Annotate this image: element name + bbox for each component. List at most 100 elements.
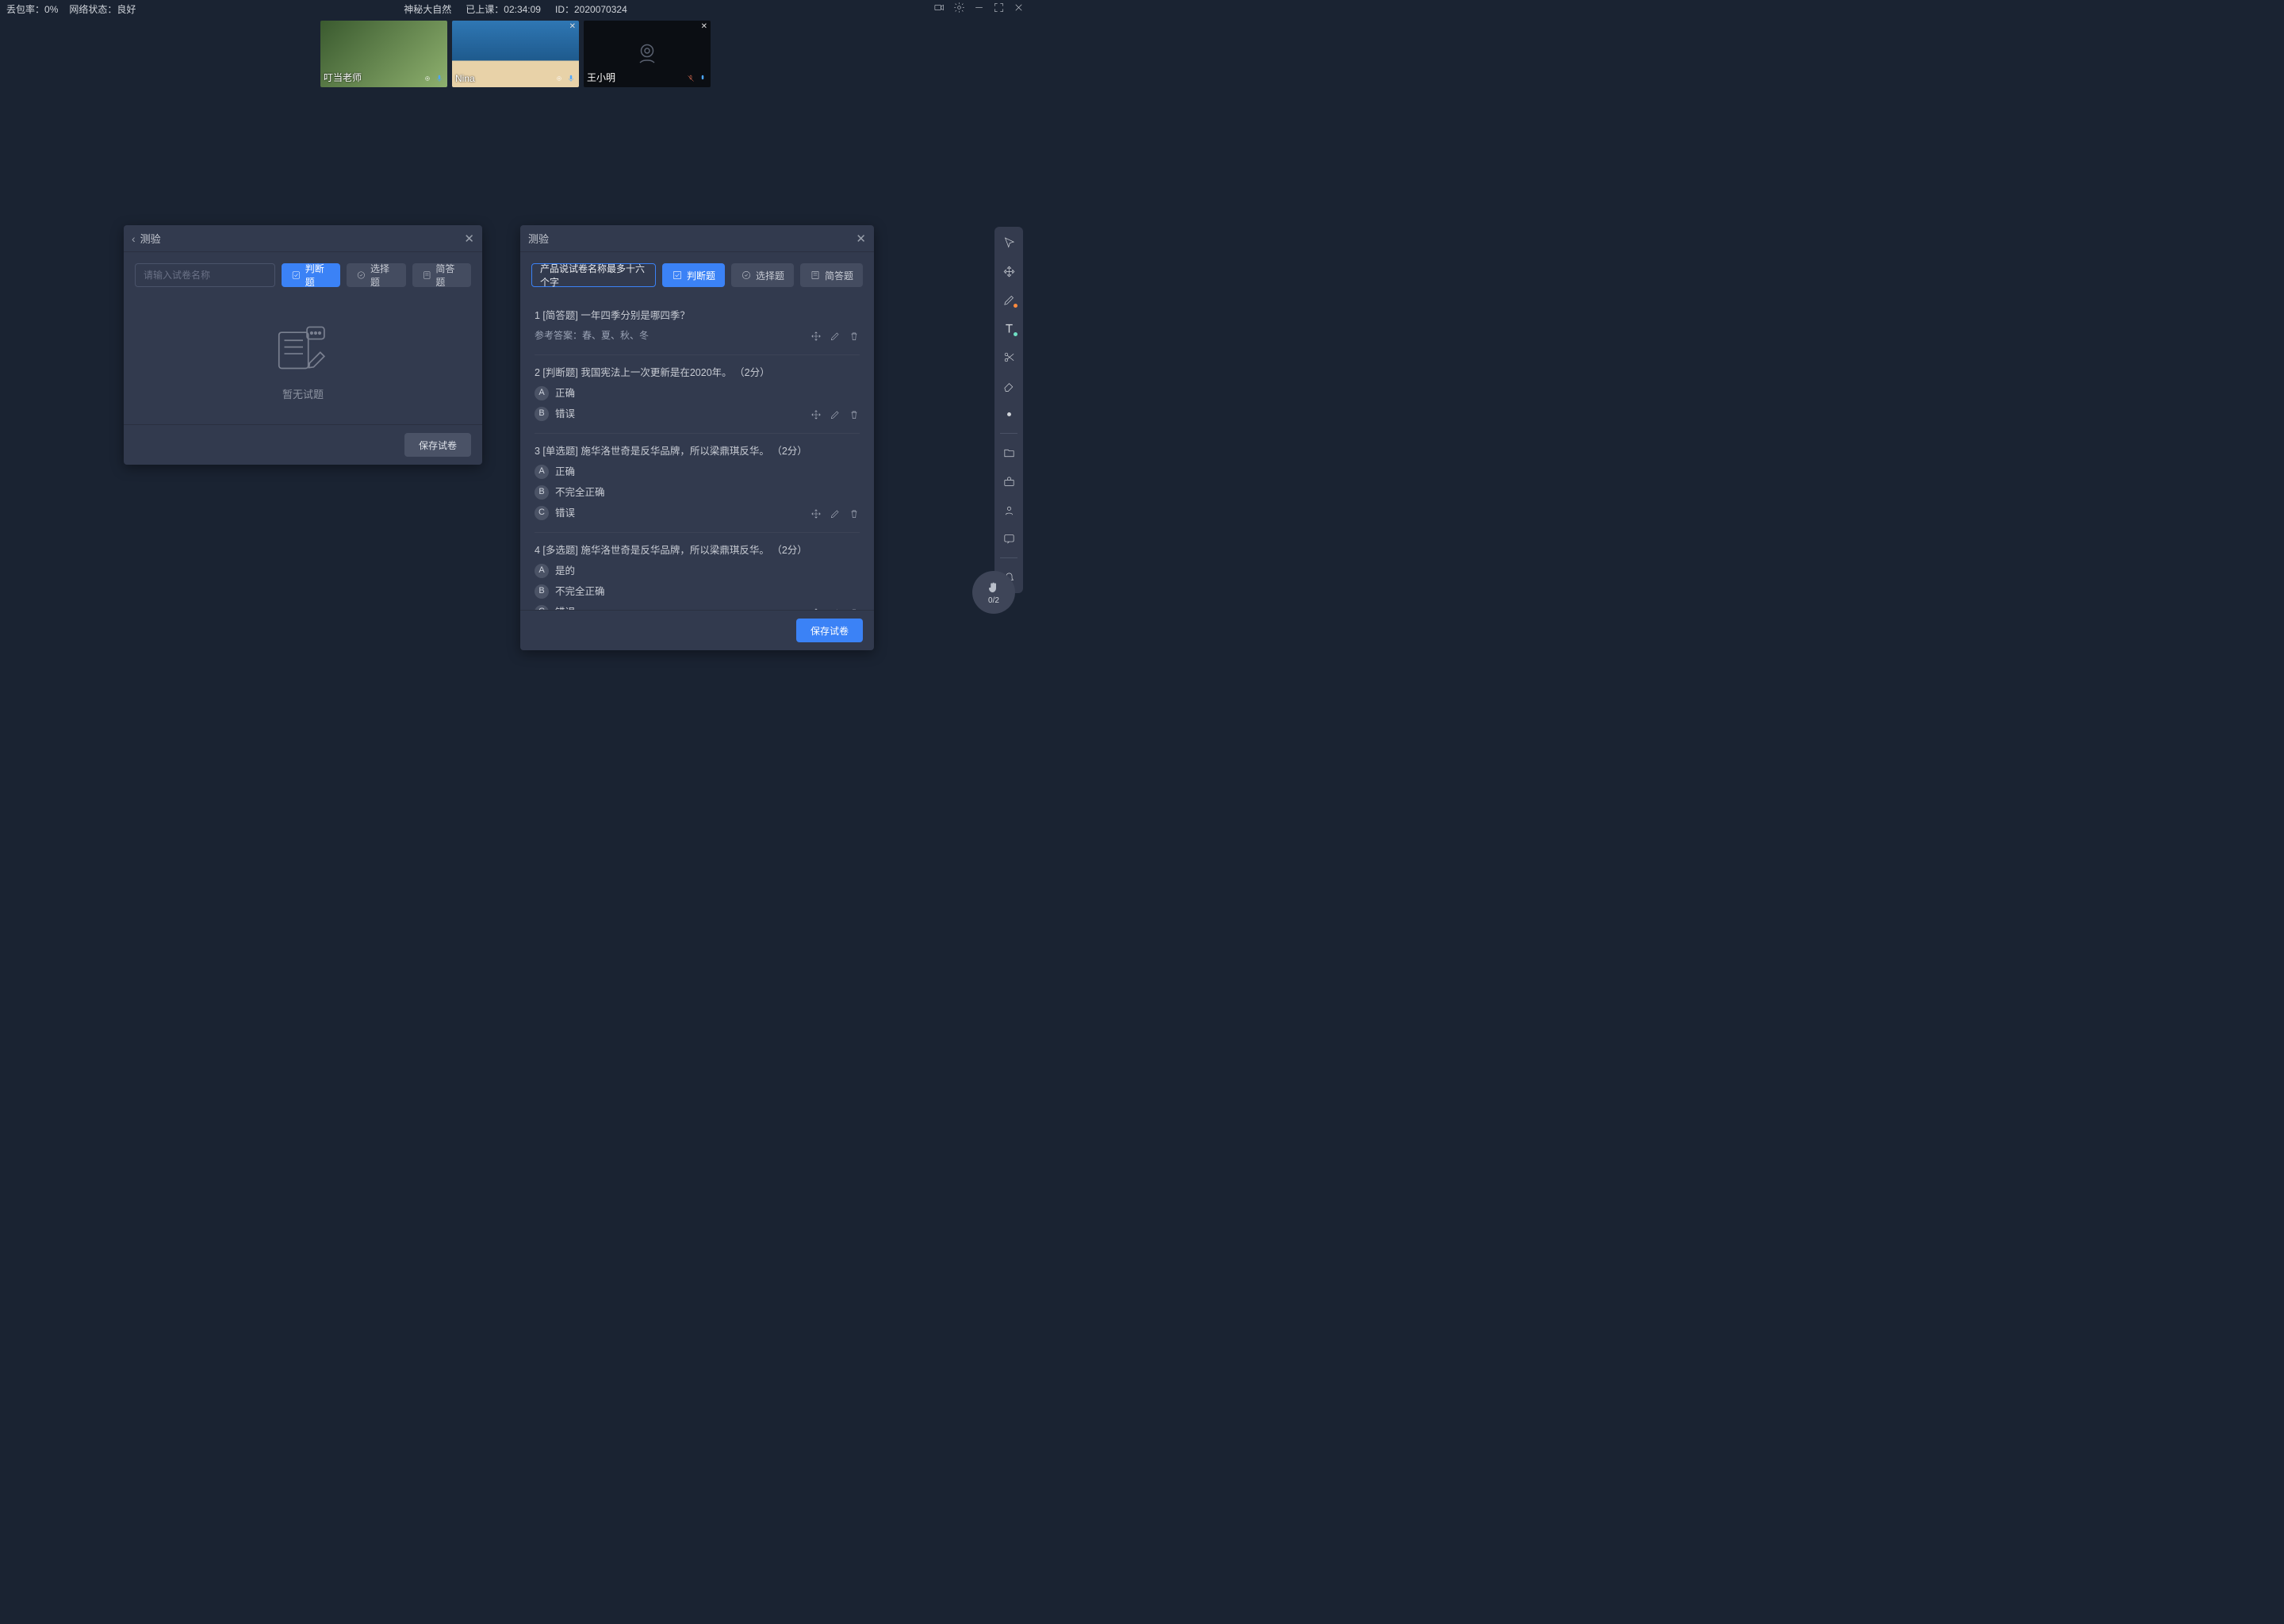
tool-palette: [994, 227, 1023, 593]
question-list[interactable]: 1 [简答题] 一年四季分别是哪四季？参考答案：春、夏、秋、冬 2 [判断题] 我…: [520, 298, 874, 610]
empty-state-text: 暂无试题: [282, 386, 324, 401]
question-title: 3 [单选题] 施华洛世奇是反华品牌，所以梁鼎琪反华。 （2分）: [535, 443, 860, 459]
elapsed-value: 02:34:09: [504, 4, 541, 15]
answer-option[interactable]: A 正确: [535, 385, 860, 401]
video-tile[interactable]: 叮当老师: [320, 21, 447, 87]
close-window-icon[interactable]: [1013, 2, 1025, 16]
video-tile[interactable]: ✕ 王小明: [584, 21, 711, 87]
question-title: 1 [简答题] 一年四季分别是哪四季？: [535, 308, 860, 324]
question-title: 2 [判断题] 我国宪法上一次更新是在2020年。 （2分）: [535, 365, 860, 381]
quiz-panel-empty: ‹ 测验 ✕ 判断题 选择题 简答题 暂无试题 保存试卷: [124, 225, 482, 465]
delete-icon[interactable]: [849, 409, 860, 425]
option-label: 正确: [555, 385, 575, 401]
option-letter: C: [535, 605, 549, 610]
mic-on-icon: [566, 74, 576, 86]
tile-close-icon[interactable]: ✕: [701, 22, 707, 31]
option-label: 错误: [555, 406, 575, 422]
panel-title: 测验: [528, 231, 549, 246]
hands-raised-count: 0/2: [988, 596, 999, 605]
elapsed-label: 已上课：: [466, 4, 504, 15]
close-icon[interactable]: ✕: [856, 232, 866, 246]
scissors-tool[interactable]: [999, 347, 1018, 366]
toolbox-tool[interactable]: [999, 472, 1018, 491]
move-icon[interactable]: [811, 331, 822, 347]
video-tile[interactable]: ✕ Nina: [452, 21, 579, 87]
mic-muted-icon: [686, 74, 696, 86]
question-title: 4 [多选题] 施华洛世奇是反华品牌，所以梁鼎琪反华。 （2分）: [535, 542, 860, 558]
id-label: ID：: [555, 4, 574, 15]
move-icon[interactable]: [811, 607, 822, 610]
pen-tool[interactable]: [999, 290, 1018, 309]
add-choice-question-button[interactable]: 选择题: [731, 263, 794, 287]
fullscreen-icon[interactable]: [993, 2, 1005, 16]
question-item: 4 [多选题] 施华洛世奇是反华品牌，所以梁鼎琪反华。 （2分） A 是的 B 不完全正…: [535, 533, 860, 610]
move-tool[interactable]: [999, 262, 1018, 281]
delete-icon[interactable]: [849, 607, 860, 610]
participant-name: 王小明: [587, 71, 615, 84]
video-tiles: 叮当老师 ✕ Nina ✕ 王小明: [0, 17, 1031, 90]
move-icon[interactable]: [811, 508, 822, 524]
save-quiz-button[interactable]: 保存试卷: [404, 433, 471, 457]
answer-option[interactable]: B 不完全正确: [535, 584, 860, 599]
tile-close-icon[interactable]: ✕: [569, 22, 576, 31]
quiz-name-input[interactable]: 产品说试卷名称最多十六个字: [531, 263, 656, 287]
delete-icon[interactable]: [849, 508, 860, 524]
status-bar-center: 神秘大自然 已上课：02:34:09 ID：2020070324: [404, 2, 627, 16]
save-quiz-button[interactable]: 保存试卷: [796, 619, 863, 642]
course-title: 神秘大自然: [404, 2, 451, 16]
add-short-answer-button[interactable]: 简答题: [800, 263, 863, 287]
option-letter: A: [535, 564, 549, 578]
option-label: 不完全正确: [555, 485, 605, 500]
question-item: 1 [简答题] 一年四季分别是哪四季？参考答案：春、夏、秋、冬: [535, 298, 860, 355]
option-label: 错误: [555, 604, 575, 610]
add-choice-question-button[interactable]: 选择题: [347, 263, 405, 287]
move-icon[interactable]: [811, 409, 822, 425]
option-label: 是的: [555, 563, 575, 579]
color-picker-tool[interactable]: [999, 404, 1018, 423]
network-label: 网络状态：: [69, 4, 117, 15]
add-short-answer-button[interactable]: 简答题: [412, 263, 471, 287]
status-bar: 丢包率：0% 网络状态：良好 神秘大自然 已上课：02:34:09 ID：202…: [0, 0, 1031, 17]
option-letter: C: [535, 506, 549, 520]
edit-icon[interactable]: [830, 607, 841, 610]
delete-icon[interactable]: [849, 331, 860, 347]
question-item: 2 [判断题] 我国宪法上一次更新是在2020年。 （2分）A正确B错误: [535, 355, 860, 434]
edit-icon[interactable]: [830, 508, 841, 524]
camera-on-icon: [554, 74, 564, 86]
option-letter: B: [535, 584, 549, 599]
settings-icon[interactable]: [953, 2, 965, 16]
camera-toggle-icon[interactable]: [933, 2, 945, 16]
minimize-icon[interactable]: [973, 2, 985, 16]
participants-tool[interactable]: [999, 500, 1018, 519]
mic-level-icon: [698, 74, 707, 86]
quiz-name-input[interactable]: [135, 263, 275, 287]
camera-on-icon: [423, 74, 432, 86]
answer-option[interactable]: B不完全正确: [535, 485, 860, 500]
packet-loss-label: 丢包率：: [6, 4, 44, 15]
answer-option[interactable]: A 正确: [535, 464, 860, 480]
quiz-panel-filled: 测验 ✕ 产品说试卷名称最多十六个字 判断题 选择题 简答题 1 [简答题] 一…: [520, 225, 874, 650]
edit-icon[interactable]: [830, 409, 841, 425]
hands-raised-counter[interactable]: 0/2: [972, 571, 1015, 614]
answer-option[interactable]: A 是的: [535, 563, 860, 579]
empty-state: 暂无试题: [124, 298, 482, 424]
option-label: 正确: [555, 464, 575, 480]
network-value: 良好: [117, 4, 136, 15]
cursor-tool[interactable]: [999, 233, 1018, 252]
option-letter: A: [535, 386, 549, 400]
back-icon[interactable]: ‹: [132, 232, 136, 245]
text-tool[interactable]: [999, 319, 1018, 338]
option-letter: A: [535, 465, 549, 479]
option-label: 不完全正确: [555, 584, 605, 599]
chat-tool[interactable]: [999, 529, 1018, 548]
mic-on-icon: [435, 74, 444, 86]
eraser-tool[interactable]: [999, 376, 1018, 395]
question-item: 3 [单选题] 施华洛世奇是反华品牌，所以梁鼎琪反华。 （2分） A 正确 B不完全正…: [535, 434, 860, 533]
add-judge-question-button[interactable]: 判断题: [662, 263, 725, 287]
add-judge-question-button[interactable]: 判断题: [282, 263, 340, 287]
option-label: 错误: [555, 505, 575, 521]
id-value: 2020070324: [574, 4, 627, 15]
close-icon[interactable]: ✕: [464, 232, 474, 246]
folder-tool[interactable]: [999, 443, 1018, 462]
edit-icon[interactable]: [830, 331, 841, 347]
